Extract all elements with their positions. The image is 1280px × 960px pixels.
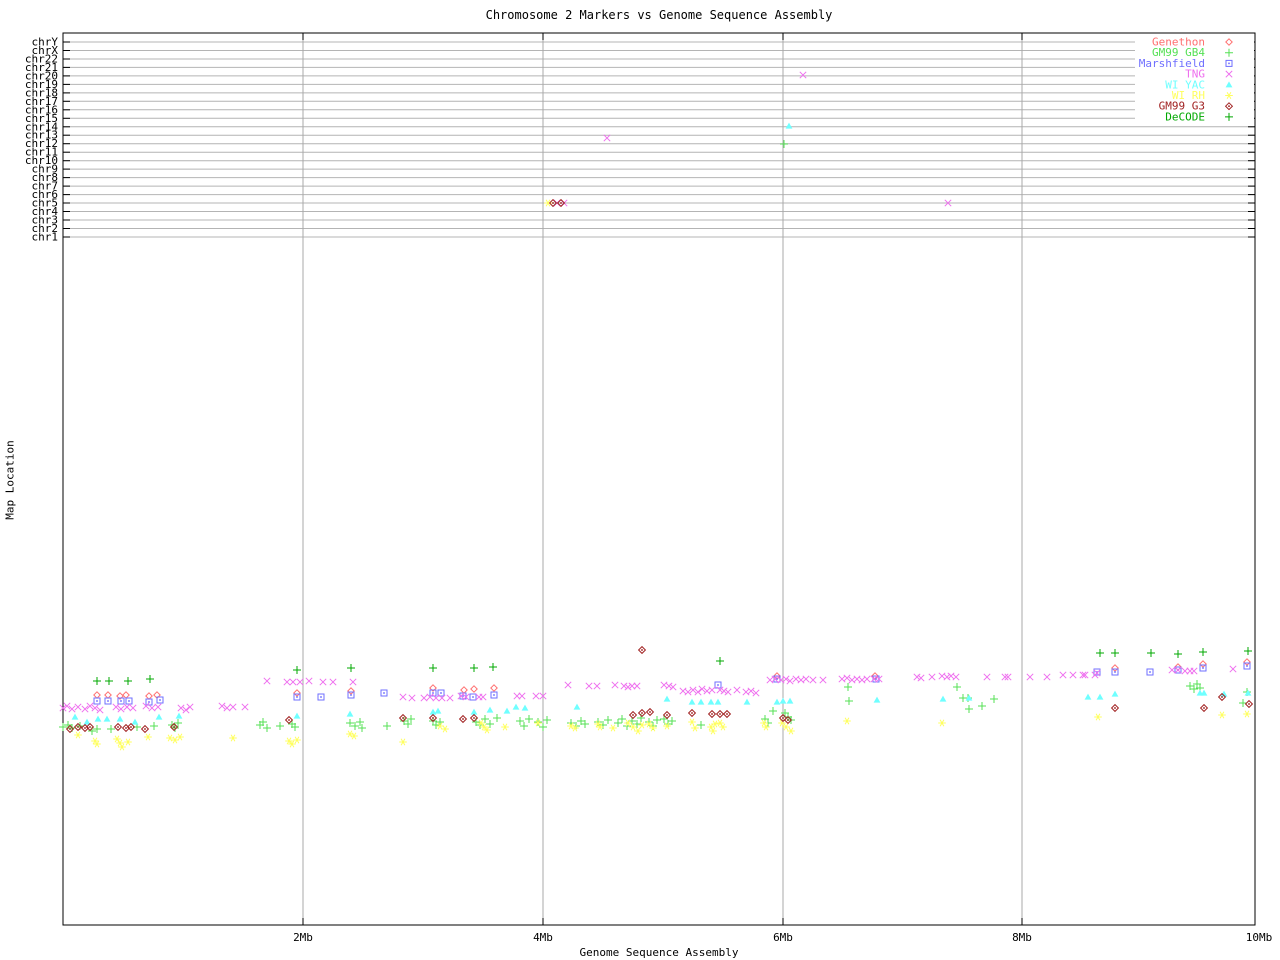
x-tick-label-8mb: 8Mb [1012,931,1032,944]
x-axis-label: Genome Sequence Assembly [579,946,739,959]
series-marshfield [93,662,1251,706]
plot-frame [62,32,1256,926]
series-genethon [93,658,1251,700]
series-gm99-gb4 [59,140,1251,735]
x-tick-label-6mb: 6Mb [773,931,793,944]
legend: GenethonGM99 GB4MarshfieldTNGWI YACWI RH… [1135,35,1254,124]
mb-gridlines [302,33,1023,925]
x-tick-label-10mb: 10Mb [1246,931,1273,944]
x-tick-label-4mb: 4Mb [533,931,553,944]
plot-area: chrYchrXchr22chr21chr20chr19chr18chr17ch… [25,32,1272,944]
y-tick-labels: chrYchrXchr22chr21chr20chr19chr18chr17ch… [25,36,58,244]
series-wi-rh [74,199,1251,751]
series-gm99-g3 [65,198,1254,734]
series-wi-yac [71,122,1252,725]
x-tick-labels: 2Mb 4Mb 6Mb 8Mb 10Mb [293,931,1272,944]
series-decode [93,647,1252,685]
chromosome-gridlines [63,41,1255,238]
legend-label-decode: DeCODE [1165,110,1205,123]
y-tick-label-chr1: chr1 [32,231,59,244]
series-tng [59,71,1237,714]
x-tick-label-2mb: 2Mb [293,931,313,944]
